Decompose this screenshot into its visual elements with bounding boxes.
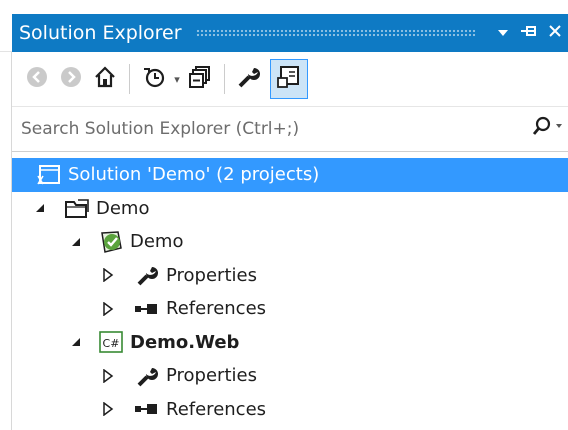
- solution-icon: [36, 163, 62, 187]
- csharp-project-icon: C#: [98, 330, 124, 354]
- toolbar-separator: [129, 64, 130, 94]
- back-button[interactable]: [20, 59, 54, 99]
- csharp-badge: C#: [103, 337, 120, 350]
- home-icon: [93, 65, 117, 93]
- panel-titlebar: Solution Explorer: [0, 0, 568, 52]
- filter-dropdown-caret[interactable]: ▾: [171, 73, 183, 86]
- tree-item-label: Solution 'Demo' (2 projects): [68, 164, 320, 186]
- auto-hide-pin-icon[interactable]: [516, 14, 542, 52]
- tree-item-label: References: [166, 398, 267, 420]
- forward-button[interactable]: [54, 59, 88, 99]
- forward-icon: [60, 66, 82, 92]
- tree-item-references[interactable]: References: [12, 292, 568, 326]
- preview-icon: [276, 64, 302, 94]
- collapsed-triangle-icon[interactable]: [100, 301, 116, 317]
- expanded-triangle-icon[interactable]: [68, 334, 84, 350]
- references-icon: [134, 397, 160, 421]
- tree-item-solution[interactable]: Solution 'Demo' (2 projects): [12, 158, 568, 192]
- properties-button[interactable]: [232, 59, 266, 99]
- tree-item-label: References: [166, 298, 267, 320]
- collapse-all-button[interactable]: [183, 59, 217, 99]
- search-bar: [12, 106, 568, 152]
- search-options-button[interactable]: [522, 106, 568, 152]
- wrench-icon: [134, 263, 160, 287]
- references-icon: [134, 297, 160, 321]
- tree-item-label: Demo: [96, 197, 150, 219]
- tree-item-solution-folder[interactable]: Demo: [12, 192, 568, 226]
- preview-selected-items-button[interactable]: [270, 59, 308, 99]
- window-position-dropdown-icon[interactable]: [490, 14, 516, 52]
- toolbar: ▾: [12, 53, 568, 105]
- panel-titlebar-bar[interactable]: Solution Explorer: [12, 14, 568, 52]
- tree-item-properties[interactable]: Properties: [12, 359, 568, 393]
- collapsed-triangle-icon[interactable]: [100, 401, 116, 417]
- tree-item-label: Properties: [166, 264, 257, 286]
- tree-item-references[interactable]: References: [12, 393, 568, 427]
- history-icon: [142, 65, 166, 93]
- home-button[interactable]: [88, 59, 122, 99]
- back-icon: [26, 66, 48, 92]
- folder-icon: [64, 196, 90, 220]
- wrench-icon: [134, 364, 160, 388]
- collapse-all-icon: [188, 65, 212, 93]
- tree-item-label: Properties: [166, 365, 257, 387]
- tree-item-label: Demo.Web: [130, 331, 240, 353]
- titlebar-grip[interactable]: [195, 29, 476, 37]
- solution-tree: Solution 'Demo' (2 projects) Demo Demo P…: [12, 158, 568, 426]
- collapsed-triangle-icon[interactable]: [100, 368, 116, 384]
- toolbar-separator: [224, 64, 225, 94]
- test-project-icon: [98, 230, 124, 254]
- properties-icon: [237, 65, 261, 93]
- panel-title: Solution Explorer: [19, 22, 182, 44]
- tree-item-project-demo[interactable]: Demo: [12, 225, 568, 259]
- collapsed-triangle-icon[interactable]: [100, 267, 116, 283]
- expanded-triangle-icon[interactable]: [32, 200, 48, 216]
- expanded-triangle-icon[interactable]: [68, 234, 84, 250]
- search-input[interactable]: [12, 119, 522, 139]
- tree-item-project-demo-web[interactable]: C# Demo.Web: [12, 326, 568, 360]
- tree-item-label: Demo: [130, 231, 184, 253]
- close-icon[interactable]: [542, 14, 568, 52]
- search-icon: [532, 116, 562, 142]
- pending-changes-filter-button[interactable]: [137, 59, 171, 99]
- tree-item-properties[interactable]: Properties: [12, 259, 568, 293]
